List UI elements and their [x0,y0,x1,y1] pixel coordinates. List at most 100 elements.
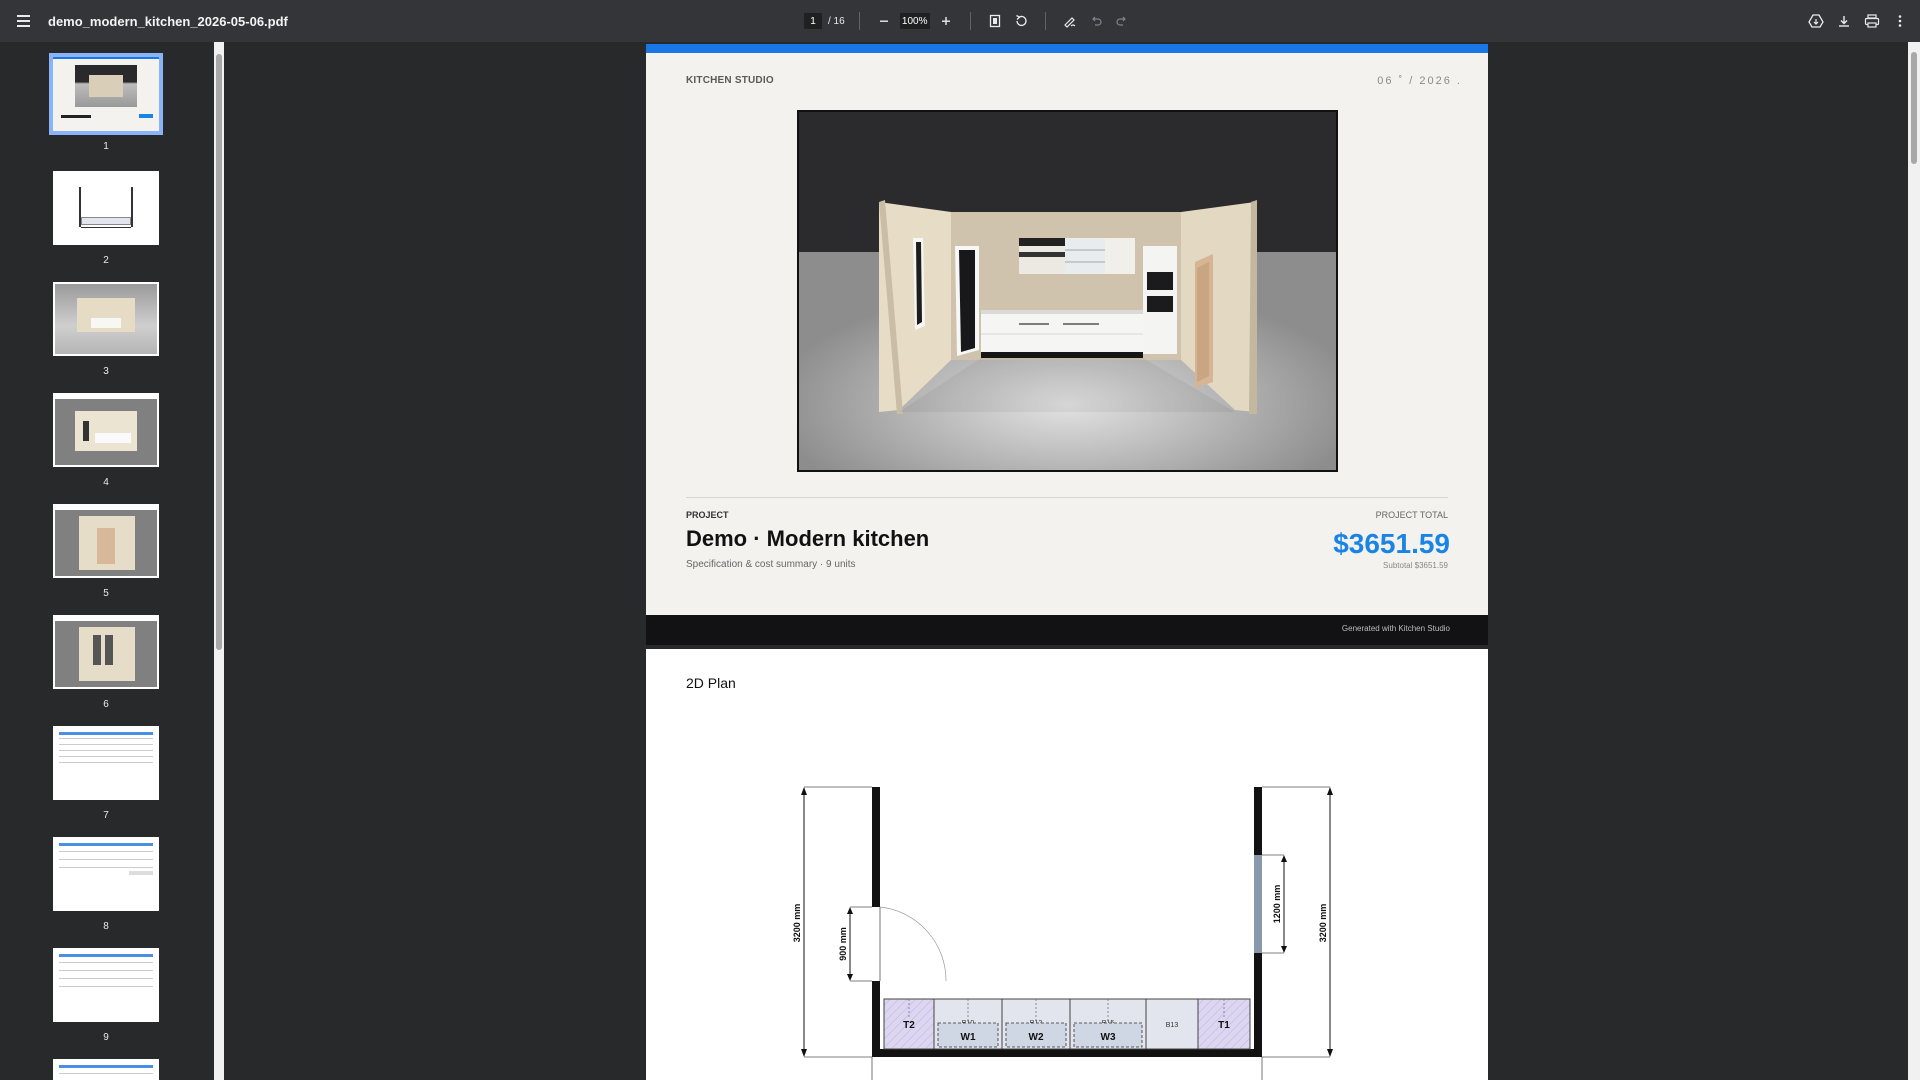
door-swing-arc [879,906,947,982]
thumbnail-image [49,53,163,135]
thumbnail-page-2[interactable]: 2 [53,171,159,266]
drive-icon [1808,14,1824,28]
minus-icon [879,20,888,22]
thumbnail-number: 7 [103,810,109,821]
dimension-left-label: 3200 mm [792,904,802,943]
menu-icon[interactable] [14,11,34,31]
dimension-arrow [847,974,853,981]
redo-icon [1116,16,1126,26]
print-button[interactable] [1862,11,1882,31]
thumbnail-image [53,726,159,800]
thumbnail-image [53,1059,159,1080]
thumbnail-number: 6 [103,699,109,710]
print-icon [1864,14,1880,28]
fit-page-button[interactable] [985,11,1005,31]
thumbnail-number: 2 [103,255,109,266]
pdf-page-2: 2D Plan 3200 mm 900 mm 1200 mm 3200 mm T… [646,649,1488,1080]
dimension-arrow [1327,1049,1333,1057]
wall-cabinet-w1-label: W1 [961,1032,976,1043]
undo-button[interactable] [1086,11,1106,31]
dimension-arrow [1327,787,1333,795]
dimension-arrow [801,1049,807,1057]
kitchen-3d-render [799,112,1336,470]
page-1-footer: Generated with Kitchen Studio [646,615,1488,645]
window-opening [1254,855,1262,953]
plus-icon [941,17,950,25]
thumbnail-page-8[interactable]: 8 [53,837,159,932]
pen-icon [1063,17,1076,28]
thumbnail-image [53,282,159,356]
thumbnail-number: 8 [103,921,109,932]
rotate-icon [1015,14,1027,27]
main-scrollbar-thumb[interactable] [1911,52,1917,164]
kitchen-render-image [797,110,1338,472]
rotate-button[interactable] [1011,11,1031,31]
dimension-door-label: 900 mm [838,927,848,961]
cabinet-t2-label: T2 [903,1020,915,1031]
bottom-wall [872,1049,1262,1057]
dimension-arrow [1281,855,1287,862]
zoom-input[interactable]: 100% [899,13,930,29]
project-title: Demo · Modern kitchen [686,526,930,551]
door-opening [872,907,880,981]
page-number-input[interactable]: 1 [804,13,822,29]
thumbnail-number: 9 [103,1032,109,1043]
fit-page-icon [989,14,1000,28]
thumbnail-number: 1 [103,141,109,152]
sidebar-scrollbar-thumb[interactable] [216,54,222,650]
thumbnail-page-7[interactable]: 7 [53,726,159,821]
zoom-out-button[interactable] [874,11,894,31]
page-accent-bar [646,44,1488,53]
download-icon [1839,16,1849,27]
annotate-button[interactable] [1060,11,1080,31]
toolbar-divider [969,12,971,30]
zoom-in-button[interactable] [936,11,956,31]
thumbnail-page-9[interactable]: 9 [53,948,159,1043]
thumbnail-page-10[interactable] [53,1059,159,1080]
more-options-button[interactable] [1890,11,1910,31]
thumbnail-page-6[interactable]: 6 [53,615,159,710]
project-total-label: PROJECT TOTAL [1375,510,1448,520]
thumbnail-page-1[interactable]: 1 [49,53,163,152]
dimension-right-label: 3200 mm [1318,904,1328,943]
toolbar-divider [1044,12,1046,30]
thumbnail-number: 4 [103,477,109,488]
more-vert-icon [1898,15,1902,27]
page-total: / 16 [828,15,845,27]
project-subtitle: Specification & cost summary · 9 units [686,559,856,570]
thumbnail-image [53,948,159,1022]
thumbnail-image [53,504,159,578]
thumbnail-image [53,615,159,689]
project-label: PROJECT [686,510,729,520]
pdf-toolbar: demo_modern_kitchen_2026-05-06.pdf 1 / 1… [0,0,1920,42]
cabinet-b13-label: B13 [1166,1022,1179,1029]
dimension-arrow [847,907,853,914]
wall-cabinet-w3-label: W3 [1101,1032,1116,1043]
document-date: 06 ˚ / 2026 . [1377,75,1462,87]
download-button[interactable] [1834,11,1854,31]
save-to-drive-button[interactable] [1806,11,1826,31]
thumbnail-page-4[interactable]: 4 [53,393,159,488]
dimension-arrow [1281,946,1287,953]
floor-plan-drawing: 3200 mm 900 mm 1200 mm 3200 mm T2 W1 W2 … [792,786,1333,1080]
thumbnail-sidebar: 1 2 3 4 5 6 7 8 9 [0,42,216,1080]
dimension-arrow [801,787,807,795]
brand-name: KITCHEN STUDIO [686,75,774,86]
thumbnail-image [53,837,159,911]
thumbnail-number: 5 [103,588,109,599]
main-scrollbar[interactable] [1908,42,1920,1080]
sidebar-scrollbar[interactable] [214,42,224,1080]
document-title: demo_modern_kitchen_2026-05-06.pdf [48,13,288,29]
wall-cabinet-w2-label: W2 [1029,1032,1044,1043]
divider-line [686,497,1448,498]
project-total-value: $3651.59 [1333,528,1450,559]
pdf-page-1: KITCHEN STUDIO 06 ˚ / 2026 . PROJECT Dem… [646,44,1488,615]
redo-button[interactable] [1112,11,1132,31]
thumbnail-image [53,171,159,245]
thumbnail-page-3[interactable]: 3 [53,282,159,377]
footer-text: Generated with Kitchen Studio [1341,624,1450,633]
thumbnail-number: 3 [103,366,109,377]
thumbnail-image [53,393,159,467]
undo-icon [1091,16,1102,26]
thumbnail-page-5[interactable]: 5 [53,504,159,599]
